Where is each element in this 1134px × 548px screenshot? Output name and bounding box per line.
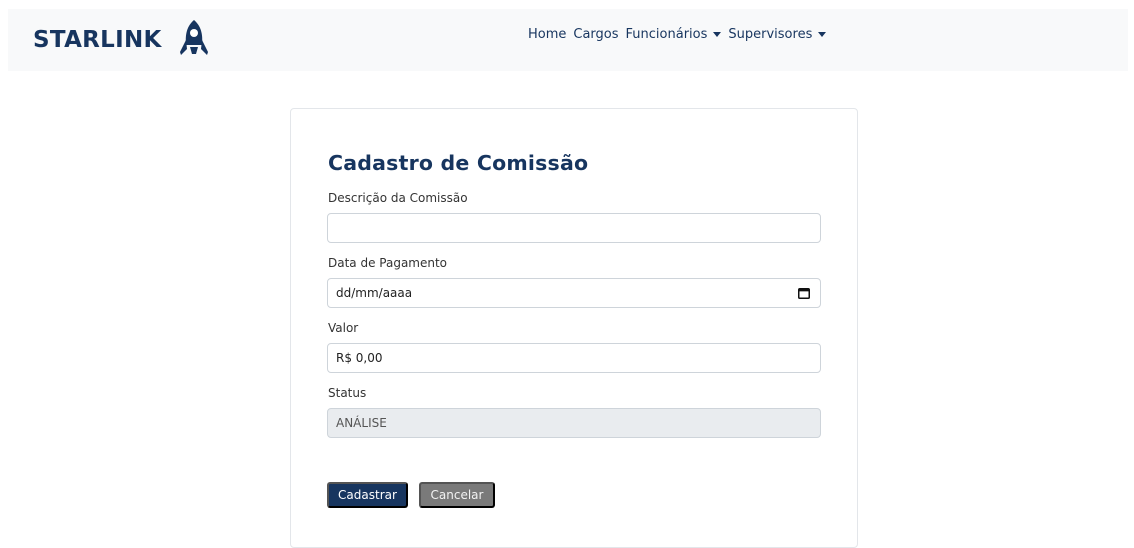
status-input: ANÁLISE — [327, 408, 821, 438]
calendar-icon[interactable] — [798, 287, 810, 299]
form-title: Cadastro de Comissão — [328, 151, 589, 175]
payment-date-input[interactable]: dd/mm/aaaa — [327, 278, 821, 308]
nav-dropdown-supervisores[interactable]: Supervisores — [728, 27, 827, 42]
nav-link-cargos[interactable]: Cargos — [573, 27, 618, 42]
caret-down-icon — [818, 32, 827, 37]
nav-link-label: Funcionários — [625, 27, 708, 42]
cancel-button[interactable]: Cancelar — [419, 482, 495, 508]
brand-name: STARLINK — [33, 27, 162, 53]
commission-form-card: Cadastro de Comissão Descrição da Comiss… — [290, 108, 858, 548]
description-label: Descrição da Comissão — [328, 191, 468, 205]
status-value: ANÁLISE — [336, 416, 387, 430]
nav-link-label: Home — [528, 27, 567, 42]
status-label: Status — [328, 386, 367, 400]
nav-link-label: Supervisores — [728, 27, 813, 42]
caret-down-icon — [713, 32, 722, 37]
nav-menu: Home Cargos Funcionários Supervisores — [528, 27, 827, 42]
brand[interactable]: STARLINK — [33, 19, 212, 61]
nav-link-label: Cargos — [573, 27, 619, 42]
amount-value: R$ 0,00 — [336, 351, 383, 365]
submit-button[interactable]: Cadastrar — [327, 482, 408, 508]
amount-label: Valor — [328, 321, 359, 335]
nav-link-home[interactable]: Home — [528, 27, 566, 42]
navbar: STARLINK Home Cargos Funcionários Superv… — [8, 9, 1128, 71]
description-input[interactable] — [327, 213, 821, 243]
amount-input[interactable]: R$ 0,00 — [327, 343, 821, 373]
nav-dropdown-funcionarios[interactable]: Funcionários — [626, 27, 722, 42]
payment-date-value: dd/mm/aaaa — [336, 286, 413, 300]
payment-date-label: Data de Pagamento — [328, 256, 448, 270]
rocket-icon — [179, 20, 208, 55]
